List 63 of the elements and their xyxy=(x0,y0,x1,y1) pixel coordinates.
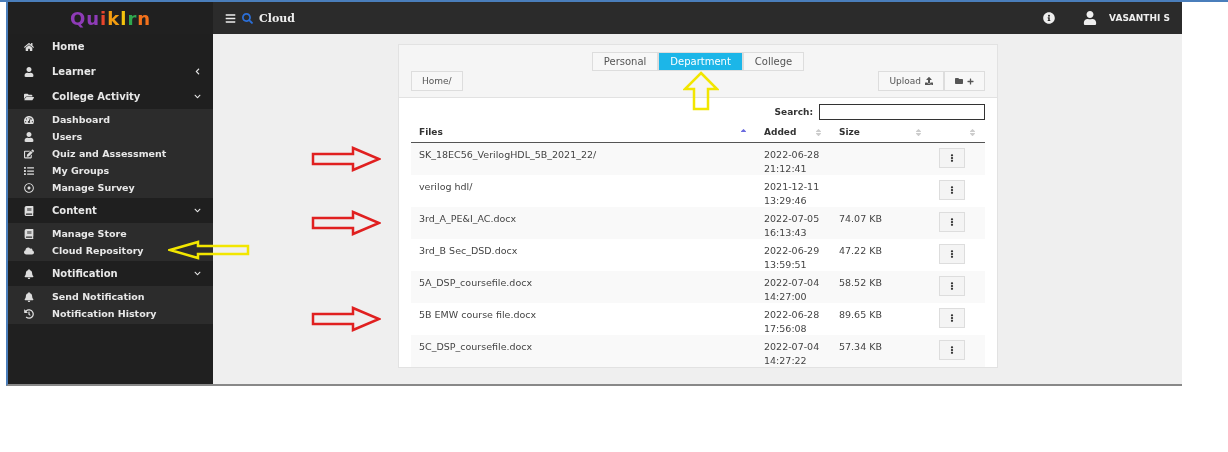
sort-icon xyxy=(914,127,923,137)
sort-icon xyxy=(814,127,823,137)
more-icon xyxy=(948,154,956,162)
tab[interactable]: Personal xyxy=(591,52,659,71)
search-label: Search: xyxy=(774,107,813,117)
more-icon xyxy=(948,250,956,258)
info-icon[interactable] xyxy=(1043,12,1056,24)
file-name-cell[interactable]: 5A_DSP_coursefile.docx xyxy=(411,271,756,303)
user-icon xyxy=(24,131,34,142)
more-icon xyxy=(948,186,956,194)
more-options-button[interactable] xyxy=(939,180,965,200)
edit-icon xyxy=(24,148,34,159)
search-field[interactable] xyxy=(819,104,985,120)
bell-icon xyxy=(24,268,34,279)
search-icon[interactable] xyxy=(242,12,253,24)
date-cell: 2022-06-28 21:12:41 xyxy=(756,143,831,175)
plus-icon xyxy=(967,77,974,85)
chevron-left-icon xyxy=(194,68,201,75)
chevron-down-icon xyxy=(194,93,201,100)
upload-button[interactable]: Upload xyxy=(878,71,944,91)
sort-icon xyxy=(968,127,977,137)
book-icon xyxy=(24,228,34,239)
date-cell: 2022-07-04 14:27:22 xyxy=(756,335,831,367)
size-cell: 57.34 KB xyxy=(831,335,931,367)
more-icon xyxy=(948,218,956,226)
file-name-cell[interactable]: SK_18EC56_VerilogHDL_5B_2021_22/ xyxy=(411,143,756,175)
chevron-down-icon xyxy=(194,270,201,277)
menu-icon[interactable] xyxy=(225,12,236,24)
chevron-down-icon xyxy=(194,207,201,214)
gauge-icon xyxy=(24,114,34,125)
folder-icon xyxy=(955,77,963,85)
more-options-button[interactable] xyxy=(939,244,965,264)
list-icon xyxy=(24,165,34,176)
folder-icon xyxy=(24,91,34,102)
more-options-button[interactable] xyxy=(939,308,965,328)
size-cell: 58.52 KB xyxy=(831,271,931,303)
more-icon xyxy=(948,346,956,354)
app-logo: Quiklrn xyxy=(68,6,153,31)
file-name-cell[interactable]: 5C_DSP_coursefile.docx xyxy=(411,335,756,367)
date-cell: 2022-07-04 14:27:00 xyxy=(756,271,831,303)
user-icon[interactable] xyxy=(1083,11,1098,25)
more-options-button[interactable] xyxy=(939,212,965,232)
size-cell: 74.07 KB xyxy=(831,207,931,239)
target-icon xyxy=(24,182,34,193)
more-icon xyxy=(948,314,956,322)
home-icon xyxy=(24,41,34,52)
upload-icon xyxy=(925,77,933,85)
more-options-button[interactable] xyxy=(939,148,965,168)
bell-icon xyxy=(24,291,34,302)
user-icon xyxy=(24,66,34,77)
date-cell: 2022-07-05 16:13:43 xyxy=(756,207,831,239)
tab[interactable]: College xyxy=(742,52,805,71)
book-icon xyxy=(24,205,34,216)
cloud-icon xyxy=(24,245,34,256)
page-title: Cloud xyxy=(259,11,295,25)
more-options-button[interactable] xyxy=(939,276,965,296)
more-options-button[interactable] xyxy=(939,340,965,360)
user-name[interactable]: VASANTHI S xyxy=(1109,13,1170,23)
history-icon xyxy=(24,308,34,319)
file-name-cell[interactable]: 3rd_A_PE&I_AC.docx xyxy=(411,207,756,239)
new-folder-button[interactable] xyxy=(944,71,985,91)
breadcrumb-button[interactable]: Home/ xyxy=(411,71,463,91)
more-icon xyxy=(948,282,956,290)
